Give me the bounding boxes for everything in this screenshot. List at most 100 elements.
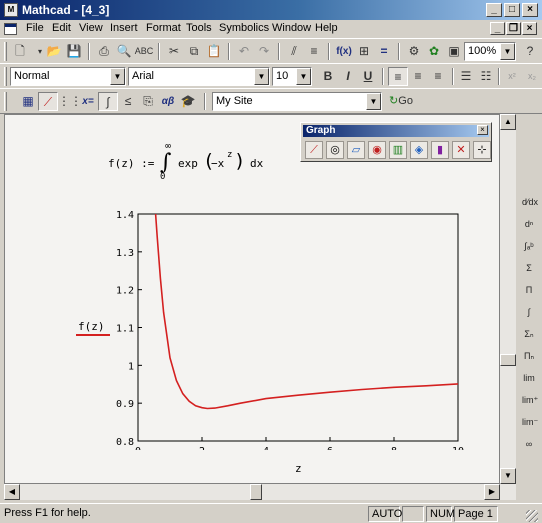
menu-insert[interactable]: Insert [110,22,138,34]
insert-component-icon[interactable]: ⚙ [404,42,424,61]
horizontal-scrollbar[interactable]: ◀ ▶ [4,484,516,500]
subscript-icon[interactable]: x₂ [522,67,542,86]
chevron-down-icon[interactable]: ▼ [254,68,269,85]
resource-center-icon[interactable]: ✿ [424,42,444,61]
paste-icon[interactable]: 📋 [204,42,224,61]
chevron-down-icon[interactable]: ▼ [110,68,125,85]
3d-bar-plot-icon[interactable]: ▥ [389,141,407,159]
range-product-icon[interactable]: Πₙ [522,350,536,362]
vertical-scrollbar[interactable]: ▲ ▼ [500,114,516,484]
trace-icon[interactable]: ⊹ [473,141,491,159]
integrand-argument[interactable]: −x [211,157,224,170]
scroll-right-icon[interactable]: ▶ [484,484,500,500]
zoom-icon[interactable]: ✕ [452,141,470,159]
programming-toolbar-icon[interactable]: ⎘ [138,92,158,111]
xy-plot-icon[interactable]: ⟋ [305,141,323,159]
align-center-icon[interactable]: ≡ [408,67,428,86]
align-across-icon[interactable]: ⫽ [284,42,304,61]
undo-icon[interactable]: ↶ [234,42,254,61]
graph-palette-title[interactable]: Graph [303,125,489,137]
copy-icon[interactable]: ⧉ [184,42,204,61]
evaluation-toolbar-icon[interactable]: x= [78,92,98,111]
windows-icon[interactable]: ▣ [444,42,464,61]
go-button[interactable]: ↻Go [386,92,416,111]
vector-field-icon[interactable]: ▮ [431,141,449,159]
style-select[interactable]: Normal ▼ [10,67,126,86]
limit-icon[interactable]: lim [522,372,536,384]
doc-close-button[interactable]: × [522,22,537,35]
font-select[interactable]: Arial ▼ [128,67,270,86]
maximize-button[interactable]: □ [504,3,520,17]
definite-integral-icon[interactable]: ∫ₐᵇ [522,240,536,252]
derivative-icon[interactable]: d⁄dx [522,196,538,208]
redo-icon[interactable]: ↷ [254,42,274,61]
menu-window[interactable]: Window [272,22,311,34]
menu-file[interactable]: File [26,22,44,34]
cut-icon[interactable]: ✂ [164,42,184,61]
zoom-select[interactable]: 100% ▼ [464,42,516,61]
print-icon[interactable]: ⎙ [94,42,114,61]
document-icon[interactable] [4,23,17,35]
resize-grip-icon[interactable] [526,510,538,522]
polar-plot-icon[interactable]: ◎ [326,141,344,159]
chevron-down-icon[interactable]: ▼ [296,68,311,85]
close-button[interactable]: × [522,3,538,17]
limit-right-icon[interactable]: lim⁺ [522,394,538,406]
menu-view[interactable]: View [79,22,103,34]
doc-restore-button[interactable]: ❐ [506,22,521,35]
underline-button[interactable]: U [358,67,378,86]
integration-variable[interactable]: dx [250,157,263,170]
superscript-icon[interactable]: x² [502,67,522,86]
integrand-function[interactable]: exp [178,157,198,170]
calculate-icon[interactable]: = [374,42,394,61]
surface-plot-icon[interactable]: ▱ [347,141,365,159]
range-sum-icon[interactable]: Σₙ [522,328,536,340]
menu-symbolics[interactable]: Symbolics [219,22,269,34]
integral-lower-limit[interactable]: 0 [160,172,165,182]
graph-toolbar-icon[interactable]: ⟋ [38,92,58,111]
menu-edit[interactable]: Edit [52,22,71,34]
xy-plot[interactable]: 0.8 0.9 1 1.1 1.2 1.3 1.4 0 2 4 6 8 10 [100,206,480,450]
toolbar-grip[interactable] [4,42,7,61]
align-left-icon[interactable]: ≡ [388,67,408,86]
summation-icon[interactable]: Σ [522,262,536,274]
integral-upper-limit[interactable]: ∞ [165,141,171,152]
print-preview-icon[interactable]: 🔍 [114,42,134,61]
bold-button[interactable]: B [318,67,338,86]
infinity-icon[interactable]: ∞ [522,438,536,450]
insert-unit-icon[interactable]: ⊞ [354,42,374,61]
spell-check-icon[interactable]: ABC [134,42,154,61]
graph-palette-close-icon[interactable]: × [477,125,488,135]
chevron-down-icon[interactable]: ▼ [366,93,381,110]
nth-derivative-icon[interactable]: dⁿ [522,218,536,230]
greek-toolbar-icon[interactable]: αβ [158,92,178,111]
align-right-icon[interactable]: ≡ [428,67,448,86]
scatter-3d-icon[interactable]: ◈ [410,141,428,159]
calculator-toolbar-icon[interactable]: ▦ [18,92,38,111]
italic-button[interactable]: I [338,67,358,86]
insert-function-icon[interactable]: f(x) [334,42,354,61]
scroll-down-icon[interactable]: ▼ [500,468,516,484]
doc-minimize-button[interactable]: _ [490,22,505,35]
integrand-exponent[interactable]: z [227,150,232,160]
indefinite-integral-icon[interactable]: ∫ [522,306,536,318]
scroll-left-icon[interactable]: ◀ [4,484,20,500]
matrix-toolbar-icon[interactable]: ⋮⋮ [58,92,82,111]
font-size-select[interactable]: 10 ▼ [272,67,312,86]
save-icon[interactable]: 💾 [64,42,84,61]
mathcad-app-icon[interactable]: M [4,3,18,17]
symbolic-toolbar-icon[interactable]: 🎓 [178,92,198,111]
minimize-button[interactable]: _ [486,3,502,17]
new-icon[interactable]: 🗋 [10,42,30,61]
calculus-toolbar-icon[interactable]: ∫ [98,92,118,111]
toolbar-grip[interactable] [4,92,7,111]
horizontal-scroll-thumb[interactable] [250,484,262,500]
menu-tools[interactable]: Tools [186,22,212,34]
resource-site-select[interactable]: My Site ▼ [212,92,382,111]
bullets-icon[interactable]: ☰ [456,67,476,86]
function-name[interactable]: f(z) := [108,157,154,170]
limit-left-icon[interactable]: lim⁻ [522,416,538,428]
x-axis-expression[interactable]: z [295,462,302,475]
help-icon[interactable]: ? [520,42,540,61]
menu-format[interactable]: Format [146,22,181,34]
